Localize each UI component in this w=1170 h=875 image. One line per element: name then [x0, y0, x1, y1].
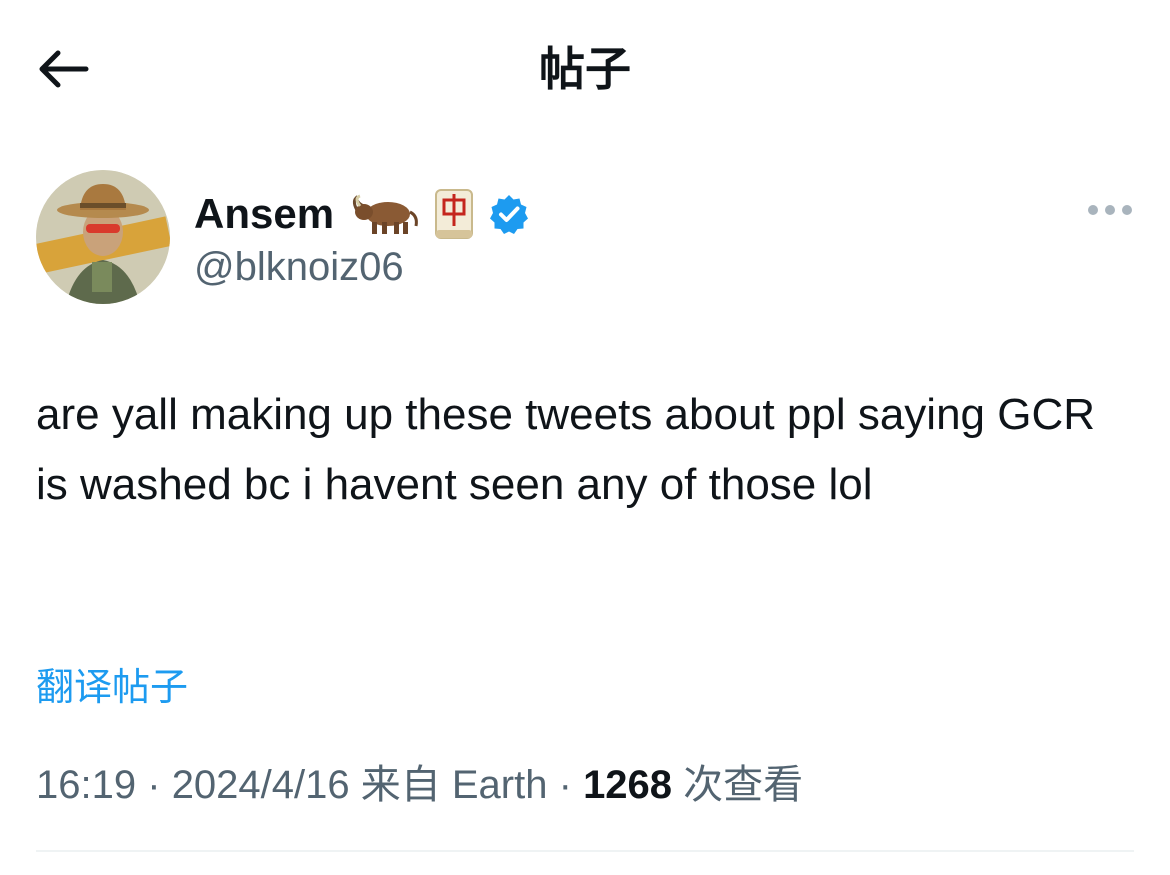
- verified-badge-icon: [488, 193, 530, 235]
- page-title: 帖子: [539, 43, 631, 95]
- tweet-date[interactable]: 2024/4/16: [172, 763, 350, 807]
- translate-post-link[interactable]: 翻译帖子: [36, 662, 188, 714]
- tweet-time[interactable]: 16:19: [36, 763, 136, 807]
- divider: [36, 850, 1134, 852]
- display-name[interactable]: Ansem: [194, 190, 334, 238]
- views-count[interactable]: 1268: [583, 763, 672, 807]
- ox-emoji: [348, 192, 420, 236]
- avatar-image: [36, 170, 170, 304]
- meta-separator: ·: [147, 763, 161, 807]
- views-label: 次查看: [683, 763, 804, 807]
- tweet-meta: 16:19 · 2024/4/16 来自 Earth · 1268 次查看: [36, 758, 803, 812]
- more-horizontal-icon: [1088, 205, 1132, 215]
- name-row: Ansem: [194, 186, 530, 242]
- top-bar: 帖子: [0, 0, 1170, 140]
- avatar[interactable]: [36, 170, 170, 304]
- tweet-text: are yall making up these tweets about pp…: [36, 390, 1096, 509]
- meta-separator: ·: [558, 763, 572, 807]
- tweet-source: 来自 Earth: [360, 763, 548, 807]
- author-block: Ansem @blknoiz06: [36, 170, 1136, 310]
- mahjong-red-dragon-emoji: [434, 188, 474, 240]
- author-handle[interactable]: @blknoiz06: [194, 242, 404, 292]
- more-options-button[interactable]: [1082, 192, 1138, 228]
